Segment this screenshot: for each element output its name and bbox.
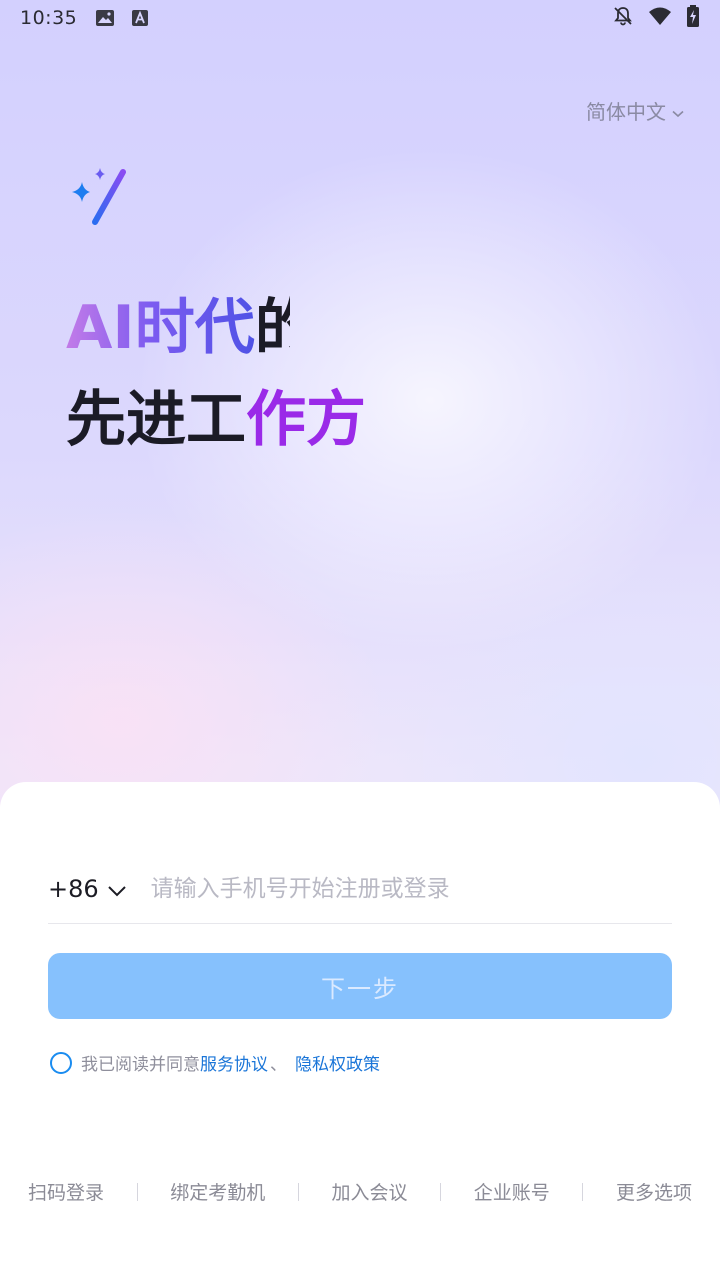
more-options-option[interactable]: 更多选项 (616, 1178, 692, 1205)
country-code-value: +86 (48, 874, 99, 903)
status-bar: 10:35 (0, 0, 720, 36)
login-sheet: +86 下一步 我已阅读并同意 服务协议 、 隐私权政策 扫码登录 绑定考勤机 … (0, 782, 720, 1280)
font-a-icon (131, 9, 149, 27)
hero-line-2: 先进工作方 (66, 374, 370, 466)
join-meeting-option[interactable]: 加入会议 (331, 1178, 407, 1205)
chevron-down-icon (672, 99, 684, 123)
enterprise-account-option[interactable]: 企业账号 (474, 1178, 550, 1205)
privacy-link[interactable]: 隐私权政策 (295, 1050, 380, 1075)
phone-row: +86 (48, 854, 672, 924)
country-code-selector[interactable]: +86 (48, 875, 127, 903)
divider (136, 1182, 138, 1201)
status-time: 10:35 (20, 7, 78, 29)
divider (440, 1182, 442, 1201)
divider (582, 1182, 584, 1201)
language-label: 简体中文 (586, 100, 666, 124)
hero-slogan: AI时代的 先进工作方 (66, 282, 370, 466)
next-button[interactable]: 下一步 (48, 953, 672, 1019)
magic-wand-sparkle-icon (68, 166, 130, 228)
hero-line-2-dark: 先进工 (66, 385, 246, 455)
phone-input[interactable] (150, 875, 672, 902)
agreement-prefix: 我已阅读并同意 (81, 1055, 200, 1075)
image-icon (95, 9, 115, 27)
status-right-icons (612, 4, 700, 32)
chevron-down-icon (107, 875, 127, 903)
battery-charging-icon (686, 4, 700, 32)
agreement-checkbox[interactable] (50, 1051, 72, 1074)
agreement-row: 我已阅读并同意 服务协议 、 隐私权政策 (50, 1050, 380, 1075)
divider (297, 1182, 299, 1201)
hero-line-2-violet: 作方 (246, 385, 366, 455)
hero-line-1: AI时代的 (66, 282, 290, 374)
terms-link[interactable]: 服务协议 (200, 1050, 268, 1075)
login-screen: 10:35 简体中文 AI时代的 先进工作方 +86 请输入手机号开始注册或登录… (0, 0, 720, 1280)
wifi-icon (648, 6, 672, 31)
hero-line-1-gradient: AI时代 (66, 293, 255, 363)
bell-off-icon (612, 5, 634, 32)
scan-login-option[interactable]: 扫码登录 (28, 1178, 104, 1205)
language-selector[interactable]: 简体中文 (586, 96, 684, 125)
hero-line-1-rest: 的 (254, 293, 290, 363)
bottom-options: 扫码登录 绑定考勤机 加入会议 企业账号 更多选项 (28, 1178, 692, 1205)
agreement-separator: 、 (270, 1055, 287, 1075)
bind-attendance-option[interactable]: 绑定考勤机 (170, 1178, 265, 1205)
